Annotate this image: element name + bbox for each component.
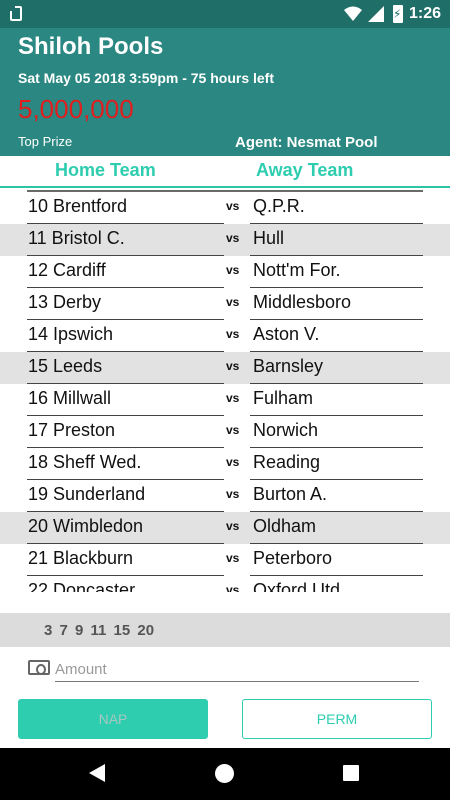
status-time: 1:26 xyxy=(408,5,441,22)
vs-label: vs xyxy=(226,487,240,501)
home-team: 13 Derby xyxy=(28,292,102,312)
home-team: 19 Sunderland xyxy=(28,484,146,504)
wifi-icon xyxy=(344,6,362,21)
away-team: Reading xyxy=(253,452,321,472)
money-icon xyxy=(28,660,50,675)
away-team: Burton A. xyxy=(253,484,328,504)
fixture-row[interactable]: 10 Brentford vs Q.P.R. xyxy=(0,192,450,224)
pool-header: Shiloh Pools Sat May 05 2018 3:59pm - 75… xyxy=(0,28,450,156)
back-icon[interactable] xyxy=(89,764,105,782)
away-team: Q.P.R. xyxy=(253,196,305,216)
away-team: Oxford Utd xyxy=(253,580,341,592)
away-team-header: Away Team xyxy=(256,160,354,180)
home-team: 11 Bristol C. xyxy=(28,228,125,248)
fixture-row[interactable]: 19 Sunderland vs Burton A. xyxy=(0,480,450,512)
deadline-text: Sat May 05 2018 3:59pm - 75 hours left xyxy=(18,70,274,86)
header-divider xyxy=(0,186,450,188)
vs-label: vs xyxy=(226,327,240,341)
fixture-row[interactable]: 16 Millwall vs Fulham xyxy=(0,384,450,416)
home-team: 17 Preston xyxy=(28,420,116,440)
selected-numbers: 3 7 9 11 15 20 xyxy=(44,622,155,639)
nap-button[interactable]: NAP xyxy=(18,699,208,739)
home-team: 16 Millwall xyxy=(28,388,112,408)
away-team: Nott'm For. xyxy=(253,260,341,280)
prize-label: Top Prize xyxy=(18,134,73,149)
vs-label: vs xyxy=(226,359,240,373)
fixture-row[interactable]: 15 Leeds vs Barnsley xyxy=(0,352,450,384)
home-team-header: Home Team xyxy=(55,160,156,180)
column-headers: Home Team Away Team xyxy=(0,156,450,186)
away-team: Peterboro xyxy=(253,548,333,568)
sd-card-icon xyxy=(10,6,22,21)
perm-button[interactable]: PERM xyxy=(242,699,432,739)
navigation-bar xyxy=(0,748,450,800)
status-bar: 1:26 xyxy=(0,0,450,28)
amount-input[interactable] xyxy=(55,658,419,682)
home-team: 10 Brentford xyxy=(28,196,128,216)
away-team: Aston V. xyxy=(253,324,320,344)
fixture-row[interactable]: 12 Cardiff vs Nott'm For. xyxy=(0,256,450,288)
vs-label: vs xyxy=(226,199,240,213)
home-team: 12 Cardiff xyxy=(28,260,106,280)
vs-label: vs xyxy=(226,391,240,405)
fixture-row[interactable]: 14 Ipswich vs Aston V. xyxy=(0,320,450,352)
signal-icon xyxy=(368,6,384,22)
fixture-row[interactable]: 18 Sheff Wed. vs Reading xyxy=(0,448,450,480)
vs-label: vs xyxy=(226,519,240,533)
home-team: 15 Leeds xyxy=(28,356,103,376)
vs-label: vs xyxy=(226,583,240,592)
vs-label: vs xyxy=(226,231,240,245)
selected-numbers-bar: 3 7 9 11 15 20 xyxy=(0,613,450,647)
agent-name: Agent: Nesmat Pool xyxy=(235,134,378,151)
away-team: Barnsley xyxy=(253,356,324,376)
vs-label: vs xyxy=(226,295,240,309)
away-team: Norwich xyxy=(253,420,319,440)
app-title: Shiloh Pools xyxy=(18,33,164,60)
recents-icon[interactable] xyxy=(343,765,359,781)
fixture-row[interactable]: 13 Derby vs Middlesboro xyxy=(0,288,450,320)
fixture-row[interactable]: 11 Bristol C. vs Hull xyxy=(0,224,450,256)
away-team: Middlesboro xyxy=(253,292,352,312)
battery-charging-icon xyxy=(393,5,403,23)
home-icon[interactable] xyxy=(215,764,234,783)
home-team: 18 Sheff Wed. xyxy=(28,452,142,472)
home-team: 20 Wimbledon xyxy=(28,516,144,536)
away-team: Fulham xyxy=(253,388,314,408)
fixture-row[interactable]: 17 Preston vs Norwich xyxy=(0,416,450,448)
vs-label: vs xyxy=(226,263,240,277)
away-team: Hull xyxy=(253,228,285,248)
home-team: 14 Ipswich xyxy=(28,324,114,344)
home-team: 21 Blackburn xyxy=(28,548,134,568)
fixture-row[interactable]: 22 Doncaster vs Oxford Utd xyxy=(0,576,450,592)
vs-label: vs xyxy=(226,423,240,437)
vs-label: vs xyxy=(226,455,240,469)
home-team: 22 Doncaster xyxy=(28,580,136,592)
fixture-list[interactable]: 10 Brentford vs Q.P.R. 11 Bristol C. vs Hull 1… xyxy=(0,192,450,592)
fixture-row[interactable]: 20 Wimbledon vs Oldham xyxy=(0,512,450,544)
fixture-row[interactable]: 21 Blackburn vs Peterboro xyxy=(0,544,450,576)
prize-amount: 5,000,000 xyxy=(18,94,134,124)
away-team: Oldham xyxy=(253,516,317,536)
vs-label: vs xyxy=(226,551,240,565)
